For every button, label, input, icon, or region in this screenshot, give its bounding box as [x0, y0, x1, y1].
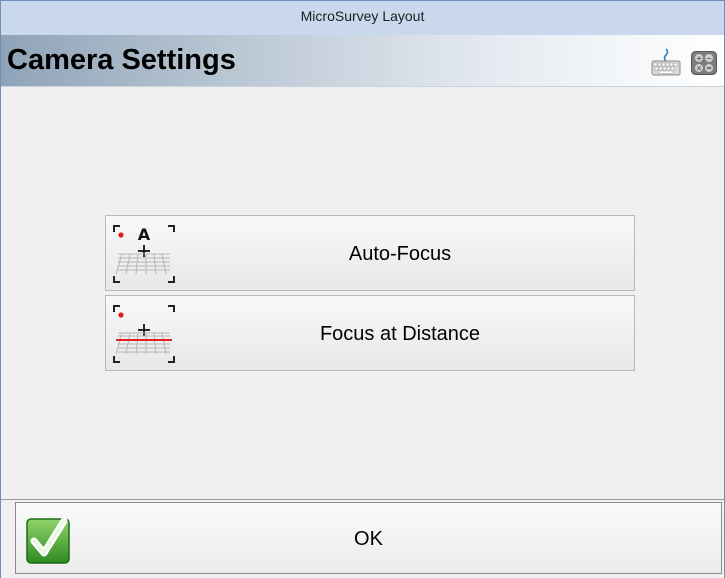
svg-text:=: = — [706, 65, 712, 73]
calculator-icon[interactable]: + − × = — [691, 51, 717, 75]
focus-at-distance-button[interactable]: Focus at Distance — [105, 295, 635, 371]
settings-content: A Auto-Focus Focus at Distance — [1, 87, 724, 497]
ok-label: OK — [354, 528, 383, 550]
app-window: MicroSurvey Layout Camera Settings + − ×… — [0, 0, 725, 578]
footer-bar: OK — [1, 499, 724, 578]
auto-focus-button[interactable]: A Auto-Focus — [105, 215, 635, 291]
focus-at-distance-label: Focus at Distance — [319, 323, 481, 345]
page-title: Camera Settings — [7, 44, 236, 76]
window-title: MicroSurvey Layout — [300, 8, 425, 24]
keyboard-icon[interactable] — [651, 47, 681, 77]
svg-text:+: + — [696, 55, 702, 63]
window-title-bar: MicroSurvey Layout — [1, 1, 724, 35]
svg-text:A: A — [138, 225, 151, 244]
svg-text:×: × — [696, 65, 702, 73]
ok-button[interactable]: OK — [15, 502, 722, 574]
page-header: Camera Settings + − × = — [1, 35, 724, 87]
svg-text:−: − — [706, 55, 712, 63]
auto-focus-label: Auto-Focus — [348, 243, 452, 265]
